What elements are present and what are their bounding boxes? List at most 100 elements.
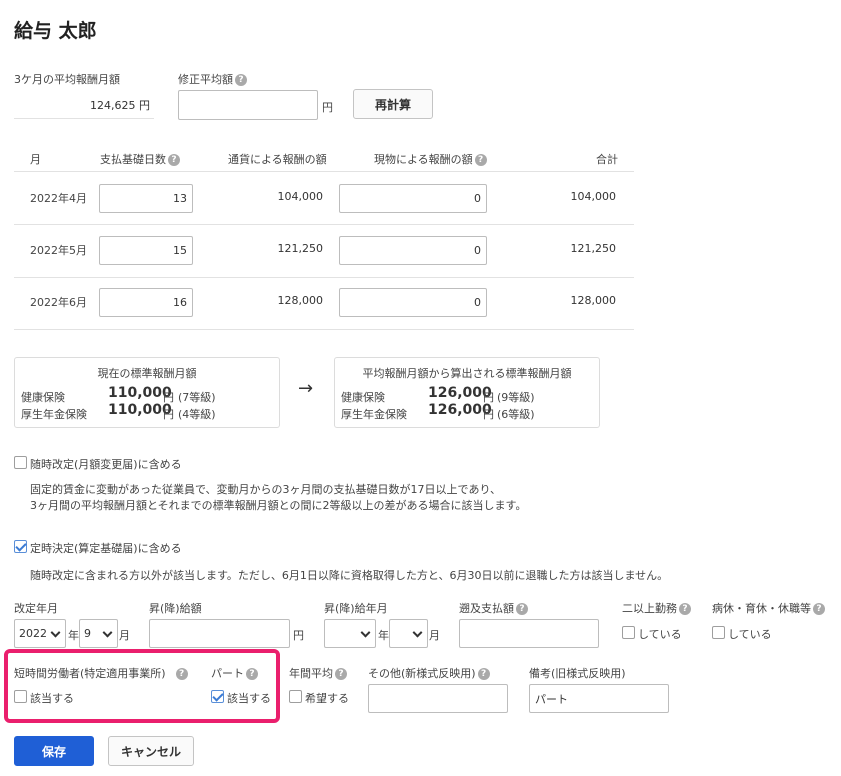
revision-month-select[interactable]: 9 <box>79 619 118 648</box>
month-unit: 月 <box>119 629 130 642</box>
days-input[interactable]: 15 <box>99 236 193 265</box>
help-icon[interactable]: ? <box>175 668 188 680</box>
table-divider <box>14 224 634 225</box>
regular-determination-checkbox[interactable] <box>14 540 27 553</box>
regular-description: 随時改定に含まれる方以外が該当します。ただし、6月1日以降に資格取得した方と、6… <box>30 569 669 582</box>
revision-year-value: 2022 <box>19 627 47 640</box>
retro-payment-input[interactable] <box>459 619 599 648</box>
col-header-cash: 通貨による報酬の額 <box>228 153 327 166</box>
health-grade: (9等級) <box>497 391 535 404</box>
other-new-format-input[interactable] <box>368 684 508 713</box>
month-unit: 月 <box>429 629 440 642</box>
table-divider <box>14 171 634 172</box>
part-time-label: パート? <box>211 665 258 681</box>
yen-unit: 円 <box>322 101 333 114</box>
multi-employment-label: 二以上勤務? <box>622 600 691 616</box>
row-total: 128,000 <box>570 294 617 307</box>
annual-average-checkbox[interactable] <box>289 690 302 703</box>
regular-determination-label: 定時決定(算定基礎届)に含める <box>30 542 182 555</box>
adhoc-revision-checkbox[interactable] <box>14 456 27 469</box>
short-time-worker-option: 該当する <box>30 692 74 705</box>
cash-amount: 104,000 <box>277 190 324 203</box>
row-month: 2022年4月 <box>30 192 87 205</box>
multi-employment-label-text: 二以上勤務 <box>622 602 677 615</box>
multi-employment-checkbox[interactable] <box>622 626 635 639</box>
help-icon[interactable]: ? <box>516 603 528 615</box>
cash-amount: 121,250 <box>277 242 324 255</box>
pension-label: 厚生年金保険 <box>341 408 407 421</box>
pension-grade: (6等級) <box>497 408 535 421</box>
chevron-down-icon <box>102 627 113 638</box>
other-new-format-label: その他(新様式反映用)? <box>368 665 490 681</box>
part-time-option: 該当する <box>227 692 271 705</box>
yen-unit: 円 <box>483 408 494 421</box>
days-input[interactable]: 13 <box>99 184 193 213</box>
in-kind-input[interactable]: 0 <box>339 184 487 213</box>
corrected-avg-label-text: 修正平均額 <box>178 73 233 86</box>
leave-option: している <box>728 628 772 641</box>
table-divider <box>14 329 634 330</box>
short-time-worker-checkbox[interactable] <box>14 690 27 703</box>
corrected-avg-label: 修正平均額? <box>178 71 247 87</box>
help-icon[interactable]: ? <box>679 603 691 615</box>
help-icon[interactable]: ? <box>335 668 347 680</box>
remarks-input[interactable]: パート <box>529 684 669 713</box>
retro-payment-label: 遡及支払額? <box>459 600 528 616</box>
year-unit: 年 <box>68 629 79 642</box>
avg-monthly-label: 3ケ月の平均報酬月額 <box>14 73 120 86</box>
col-header-days-text: 支払基礎日数 <box>100 153 166 166</box>
page-title: 給与 太郎 <box>14 20 97 42</box>
revision-month-label: 改定年月 <box>14 602 58 615</box>
save-button[interactable]: 保存 <box>14 736 94 766</box>
row-total: 121,250 <box>570 242 617 255</box>
in-kind-input[interactable]: 0 <box>339 236 487 265</box>
help-icon[interactable]: ? <box>168 154 180 166</box>
adhoc-revision-label: 随時改定(月額変更届)に含める <box>30 458 182 471</box>
help-icon[interactable]: ? <box>477 668 490 680</box>
col-header-days: 支払基礎日数? <box>100 151 180 167</box>
raise-amount-input[interactable] <box>149 619 290 648</box>
calculated-box-title: 平均報酬月額から算出される標準報酬月額 <box>362 367 572 380</box>
col-header-month: 月 <box>30 153 41 166</box>
help-icon[interactable]: ? <box>235 74 247 86</box>
corrected-avg-input[interactable] <box>178 90 318 120</box>
help-icon[interactable]: ? <box>246 668 258 680</box>
in-kind-input[interactable]: 0 <box>339 288 487 317</box>
adhoc-description-line1: 固定的賃金に変動があった従業員で、変動月からの3ヶ月間の支払基礎日数が17日以上… <box>30 483 502 496</box>
raise-year-select[interactable] <box>324 619 376 648</box>
yen-unit: 円 <box>293 629 304 642</box>
avg-monthly-value: 124,625 円 <box>90 99 150 112</box>
multi-employment-option: している <box>638 628 682 641</box>
adhoc-description-line2: 3ヶ月間の平均報酬月額とそれまでの標準報酬月額との間に2等級以上の差がある場合に… <box>30 499 527 512</box>
raise-month-label: 昇(降)給年月 <box>324 602 388 615</box>
row-month: 2022年6月 <box>30 296 87 309</box>
part-time-checkbox[interactable] <box>211 690 224 703</box>
current-box-title: 現在の標準報酬月額 <box>97 367 197 380</box>
annual-average-label: 年間平均? <box>289 665 347 681</box>
annual-average-option: 希望する <box>305 692 349 705</box>
row-month: 2022年5月 <box>30 244 87 257</box>
chevron-down-icon <box>50 627 61 638</box>
short-time-worker-label: 短時間労働者(特定適用事業所)? <box>14 665 188 681</box>
raise-amount-label: 昇(降)給額 <box>149 602 202 615</box>
col-header-in-kind-text: 現物による報酬の額 <box>374 153 473 166</box>
health-insurance-label: 健康保険 <box>341 391 385 404</box>
cash-amount: 128,000 <box>277 294 324 307</box>
raise-month-select[interactable] <box>389 619 428 648</box>
chevron-down-icon <box>412 627 423 638</box>
days-input[interactable]: 16 <box>99 288 193 317</box>
recalculate-button[interactable]: 再計算 <box>353 89 433 119</box>
revision-month-value: 9 <box>84 627 91 640</box>
leave-label-text: 病休・育休・休職等 <box>712 602 811 615</box>
arrow-right-icon: → <box>298 378 314 399</box>
yen-unit: 円 <box>163 408 174 421</box>
health-insurance-label: 健康保険 <box>21 391 65 404</box>
help-icon[interactable]: ? <box>813 603 825 615</box>
leave-checkbox[interactable] <box>712 626 725 639</box>
retro-payment-label-text: 遡及支払額 <box>459 602 514 615</box>
avg-underline <box>14 118 154 119</box>
cancel-button[interactable]: キャンセル <box>108 736 194 766</box>
help-icon[interactable]: ? <box>474 154 487 166</box>
revision-year-select[interactable]: 2022 <box>14 619 66 648</box>
other-new-format-label-text: その他(新様式反映用) <box>368 667 476 680</box>
